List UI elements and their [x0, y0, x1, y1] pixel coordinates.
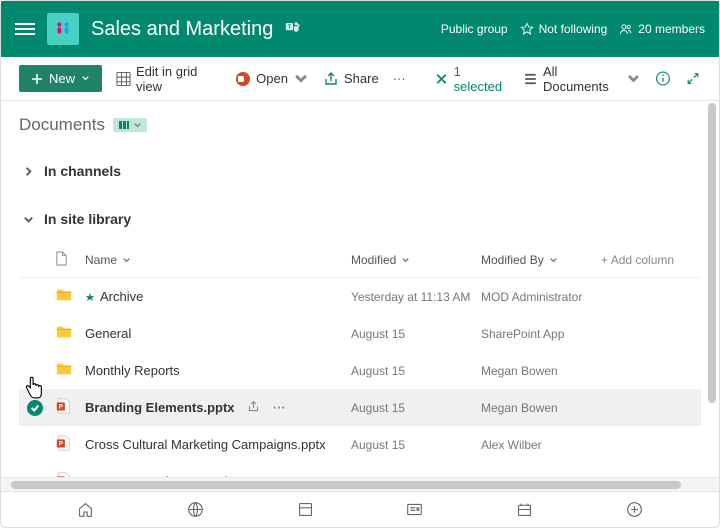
people-icon [619, 22, 633, 36]
svg-text:P: P [59, 441, 63, 448]
powerpoint-icon [235, 71, 251, 87]
library-title: Documents [19, 115, 701, 135]
col-modified-by[interactable]: Modified By [481, 253, 601, 267]
plus-icon [31, 73, 43, 85]
file-name[interactable]: General [85, 326, 351, 341]
file-modified: August 15 [351, 364, 481, 378]
bottom-nav [1, 491, 719, 527]
group-type-label: Public group [441, 22, 508, 36]
new-button[interactable]: New [19, 65, 102, 92]
vertical-scrollbar[interactable] [708, 103, 716, 403]
edit-grid-button[interactable]: Edit in grid view [116, 64, 221, 94]
horizontal-scrollbar[interactable] [1, 477, 719, 491]
site-logo [47, 13, 79, 45]
file-modified: August 15 [351, 401, 481, 415]
file-row[interactable]: ArchiveYesterday at 11:13 AMMOD Administ… [19, 278, 701, 315]
chevron-down-icon [81, 74, 90, 83]
grid-icon [116, 71, 131, 87]
file-modified: Yesterday at 11:13 AM [351, 290, 481, 304]
chevron-right-icon [23, 166, 34, 177]
group-in-library[interactable]: In site library [19, 203, 701, 235]
file-type-icon [55, 360, 85, 381]
hamburger-menu[interactable] [15, 20, 35, 38]
file-name[interactable]: Archive [85, 289, 351, 304]
site-header: Sales and Marketing T Public group Not f… [1, 1, 719, 57]
expand-icon[interactable] [685, 70, 701, 87]
globe-icon[interactable] [187, 501, 204, 518]
info-icon[interactable] [655, 70, 671, 87]
file-modified-by: SharePoint App [481, 327, 601, 341]
tiles-icon [118, 119, 130, 131]
group-in-channels[interactable]: In channels [19, 155, 701, 187]
chevron-down-icon [122, 256, 131, 265]
file-row[interactable]: P Branding Elements.pptx ···August 15Mega… [19, 389, 701, 426]
file-modified: August 15 [351, 438, 481, 452]
list-icon [523, 71, 538, 87]
add-icon[interactable] [626, 501, 643, 518]
file-modified-by: Megan Bowen [481, 401, 601, 415]
content-area: Documents In channels In site library Na… [1, 101, 719, 477]
members-link[interactable]: 20 members [619, 22, 705, 36]
file-icon [55, 251, 68, 266]
follow-toggle[interactable]: Not following [520, 22, 608, 36]
x-icon [434, 71, 449, 87]
selection-count[interactable]: 1 selected [434, 64, 509, 94]
col-modified[interactable]: Modified [351, 253, 481, 267]
chevron-down-icon [626, 71, 641, 87]
view-selector[interactable]: All Documents [523, 64, 641, 94]
column-headers: Name Modified Modified By + Add column [19, 245, 701, 278]
svg-text:P: P [59, 404, 63, 411]
file-row[interactable]: Monthly ReportsAugust 15Megan Bowen [19, 352, 701, 389]
command-bar: New Edit in grid view Open Share ··· 1 s… [1, 57, 719, 101]
svg-text:T: T [288, 24, 292, 30]
file-name[interactable]: Cross Cultural Marketing Campaigns.pptx [85, 437, 351, 452]
file-type-icon [55, 286, 85, 307]
teams-icon[interactable]: T [285, 19, 301, 40]
col-name[interactable]: Name [85, 253, 351, 267]
share-icon [323, 71, 339, 87]
chevron-down-icon [133, 121, 142, 130]
open-button[interactable]: Open [235, 71, 309, 87]
library-icon[interactable] [516, 501, 533, 518]
files-icon[interactable] [297, 501, 314, 518]
col-add[interactable]: + Add column [601, 253, 701, 267]
file-row[interactable]: PDG-1000 Product Overview.pptxAugust 15M… [19, 463, 701, 477]
more-actions[interactable]: ··· [393, 71, 406, 86]
col-type[interactable] [55, 251, 85, 269]
star-icon [520, 22, 534, 36]
file-type-icon: P [55, 397, 85, 418]
file-type-icon [55, 323, 85, 344]
file-modified: August 15 [351, 327, 481, 341]
file-row[interactable]: GeneralAugust 15SharePoint App [19, 315, 701, 352]
chevron-down-icon [293, 71, 309, 87]
view-tiles-badge[interactable] [113, 118, 147, 132]
file-name[interactable]: Monthly Reports [85, 363, 351, 378]
file-name[interactable]: Branding Elements.pptx ··· [85, 400, 351, 416]
home-icon[interactable] [77, 501, 94, 518]
file-modified-by: Alex Wilber [481, 438, 601, 452]
row-share-icon[interactable] [247, 400, 260, 416]
file-modified-by: Megan Bowen [481, 364, 601, 378]
file-modified-by: MOD Administrator [481, 290, 601, 304]
file-type-icon: P [55, 434, 85, 455]
chevron-down-icon [401, 256, 410, 265]
file-row[interactable]: P Cross Cultural Marketing Campaigns.pptx… [19, 426, 701, 463]
chevron-down-icon [23, 214, 34, 225]
chevron-down-icon [549, 256, 558, 265]
row-check-icon[interactable] [27, 400, 43, 416]
site-title: Sales and Marketing [91, 18, 273, 41]
new-indicator-icon [85, 292, 95, 302]
news-icon[interactable] [406, 501, 423, 518]
share-button[interactable]: Share [323, 71, 379, 87]
row-more-icon[interactable]: ··· [273, 400, 286, 415]
file-list: ArchiveYesterday at 11:13 AMMOD Administ… [19, 278, 701, 477]
